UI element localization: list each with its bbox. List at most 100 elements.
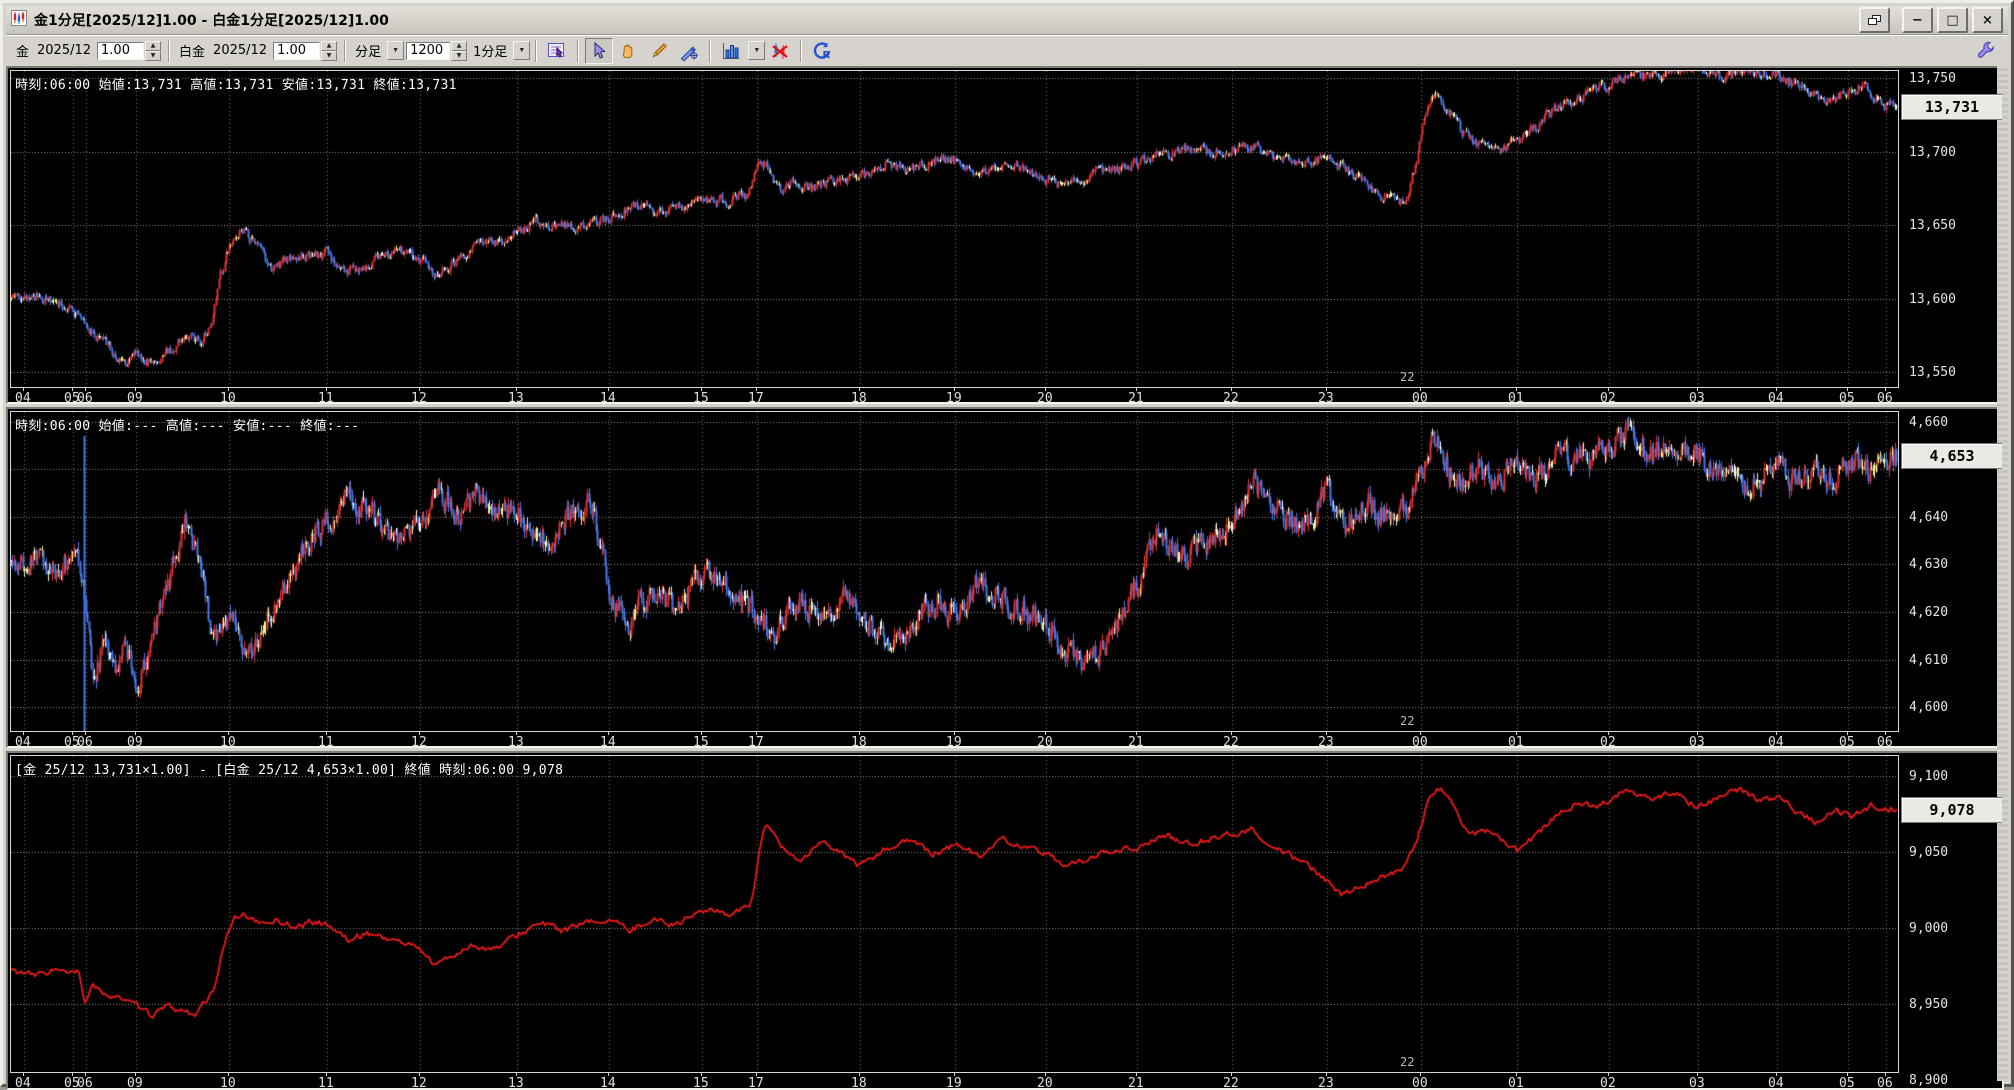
spin-up-button[interactable]: ▲ — [451, 41, 468, 51]
interval-dropdown-button[interactable]: ▼ — [387, 41, 405, 60]
right-edge-strip — [1997, 65, 2008, 1081]
x-tick-label: 17 — [748, 1076, 764, 1090]
date-label: 22 — [1400, 714, 1415, 728]
bar-count-input[interactable] — [406, 41, 451, 60]
remove-indicator-icon-button[interactable] — [766, 38, 794, 64]
x-tick-label: 01 — [1508, 1076, 1524, 1090]
toolbar-separator — [344, 39, 347, 62]
x-tick-mark — [72, 388, 73, 391]
x-tick-mark — [756, 388, 757, 391]
x-tick-mark — [1326, 732, 1327, 735]
spin-down-button[interactable]: ▼ — [321, 51, 338, 61]
x-tick-label: 09 — [127, 735, 143, 748]
gold-contract-month: 2025/12 — [37, 43, 92, 58]
gold-last-price-badge: 13,731 — [1901, 94, 2002, 120]
minimize-button[interactable]: − — [1902, 7, 1933, 33]
x-tick-label: 01 — [1508, 391, 1524, 404]
toolbar-separator — [535, 39, 538, 62]
spin-down-button[interactable]: ▼ — [145, 51, 162, 61]
x-tick-mark — [1516, 388, 1517, 391]
platinum-candles-canvas[interactable] — [11, 412, 1898, 731]
x-tick-label: 10 — [220, 735, 236, 748]
x-tick-label: 14 — [600, 1076, 616, 1090]
x-tick-label: 21 — [1128, 391, 1144, 404]
x-tick-label: 17 — [748, 735, 764, 748]
x-tick-label: 04 — [1768, 735, 1784, 748]
x-tick-mark — [1045, 732, 1046, 735]
x-tick-label: 20 — [1037, 391, 1053, 404]
x-tick-label: 01 — [1508, 735, 1524, 748]
y-tick-label: 4,600 — [1909, 700, 1949, 715]
gold-y-axis: 13,750 13,700 13,650 13,600 13,550 — [1903, 71, 2002, 402]
hand-pan-icon — [623, 43, 633, 58]
spread-line-canvas[interactable] — [11, 756, 1898, 1072]
platinum-contract-month: 2025/12 — [213, 43, 268, 58]
indicator-dropdown-button[interactable]: ▼ — [748, 41, 766, 60]
refresh-icon-button[interactable]: R — [808, 38, 836, 64]
pointer-icon-button[interactable] — [585, 37, 614, 64]
x-tick-mark — [1885, 732, 1886, 735]
x-tick-label: 04 — [1768, 1076, 1784, 1090]
pen-target-icon — [681, 45, 699, 61]
x-tick-label: 04 — [15, 391, 31, 404]
spread-last-price-badge: 9,078 — [1901, 797, 2002, 823]
x-tick-label: 12 — [411, 1076, 427, 1090]
x-tick-mark — [701, 1073, 702, 1076]
platinum-ohlc-info: 時刻:06:00 始値:--- 高値:--- 安値:--- 終値:--- — [15, 419, 360, 434]
spin-up-button[interactable]: ▲ — [145, 41, 162, 51]
spin-up-button[interactable]: ▲ — [321, 41, 338, 51]
spin-down-button[interactable]: ▼ — [451, 51, 468, 61]
x-tick-label: 00 — [1412, 1076, 1428, 1090]
title-bar[interactable]: 金1分足[2025/12]1.00 - 白金1分足[2025/12]1.00 −… — [6, 6, 2008, 35]
x-tick-label: 23 — [1318, 735, 1334, 748]
x-tick-label: 10 — [220, 1076, 236, 1090]
spread-info: [金 25/12 13,731×1.00] - [白金 25/12 4,653×… — [15, 763, 564, 778]
hand-pan-icon-button[interactable] — [615, 38, 643, 64]
spread-x-axis: 04 05 06 09 10 11 12 13 14 15 17 18 19 20 21 22 23 00 01 02… — [10, 1073, 2001, 1090]
gold-candles-canvas[interactable] — [11, 71, 1898, 387]
x-tick-label: 09 — [127, 391, 143, 404]
chart-cursor-icon-button[interactable] — [543, 38, 571, 64]
x-tick-mark — [608, 732, 609, 735]
y-tick-label: 13,700 — [1909, 145, 1956, 160]
x-tick-mark — [326, 732, 327, 735]
window-controls: − □ × — [1859, 7, 2003, 33]
x-tick-mark — [1420, 1073, 1421, 1076]
x-tick-mark — [1045, 1073, 1046, 1076]
toolbar: 金 2025/12 ▲▼ 白金 2025/12 ▲▼ 分足 ▼ ▲▼ 1分足 ▼ — [6, 35, 2008, 65]
platinum-ratio-input[interactable] — [273, 41, 321, 60]
x-tick-label: 05 — [1839, 391, 1855, 404]
settings-wrench-icon-button[interactable] — [1972, 38, 2000, 64]
x-tick-mark — [1045, 388, 1046, 391]
x-tick-label: 11 — [318, 735, 334, 748]
x-tick-mark — [608, 1073, 609, 1076]
gold-ratio-input[interactable] — [97, 41, 145, 60]
y-tick-label: 4,610 — [1909, 653, 1949, 668]
indicator-bars-icon-button[interactable] — [717, 38, 745, 64]
x-tick-mark — [756, 732, 757, 735]
platinum-chart-panel: 時刻:06:00 始値:--- 高値:--- 安値:--- 終値:--- 22 … — [6, 407, 2004, 748]
y-tick-label: 13,550 — [1909, 365, 1956, 380]
close-button[interactable]: × — [1972, 7, 2003, 33]
gold-ratio-spinner: ▲ ▼ — [145, 41, 162, 61]
maximize-button[interactable]: □ — [1937, 7, 1968, 33]
x-tick-label: 14 — [600, 735, 616, 748]
x-tick-label: 04 — [15, 735, 31, 748]
x-tick-mark — [1420, 732, 1421, 735]
pencil-line-icon-button[interactable] — [645, 38, 673, 64]
x-tick-label: 03 — [1689, 1076, 1705, 1090]
x-tick-label: 20 — [1037, 1076, 1053, 1090]
refresh-icon: R — [814, 41, 831, 61]
x-tick-mark — [1776, 388, 1777, 391]
y-tick-label: 13,650 — [1909, 218, 1956, 233]
y-tick-label: 9,100 — [1909, 769, 1949, 784]
x-tick-mark — [1326, 388, 1327, 391]
pen-target-icon-button[interactable] — [675, 38, 703, 64]
window-restore-button[interactable] — [1859, 7, 1890, 33]
x-tick-mark — [1136, 388, 1137, 391]
x-tick-mark — [419, 1073, 420, 1076]
x-tick-label: 02 — [1600, 735, 1616, 748]
x-tick-mark — [756, 1073, 757, 1076]
x-tick-mark — [135, 1073, 136, 1076]
timeframe-dropdown-button[interactable]: ▼ — [513, 41, 531, 60]
